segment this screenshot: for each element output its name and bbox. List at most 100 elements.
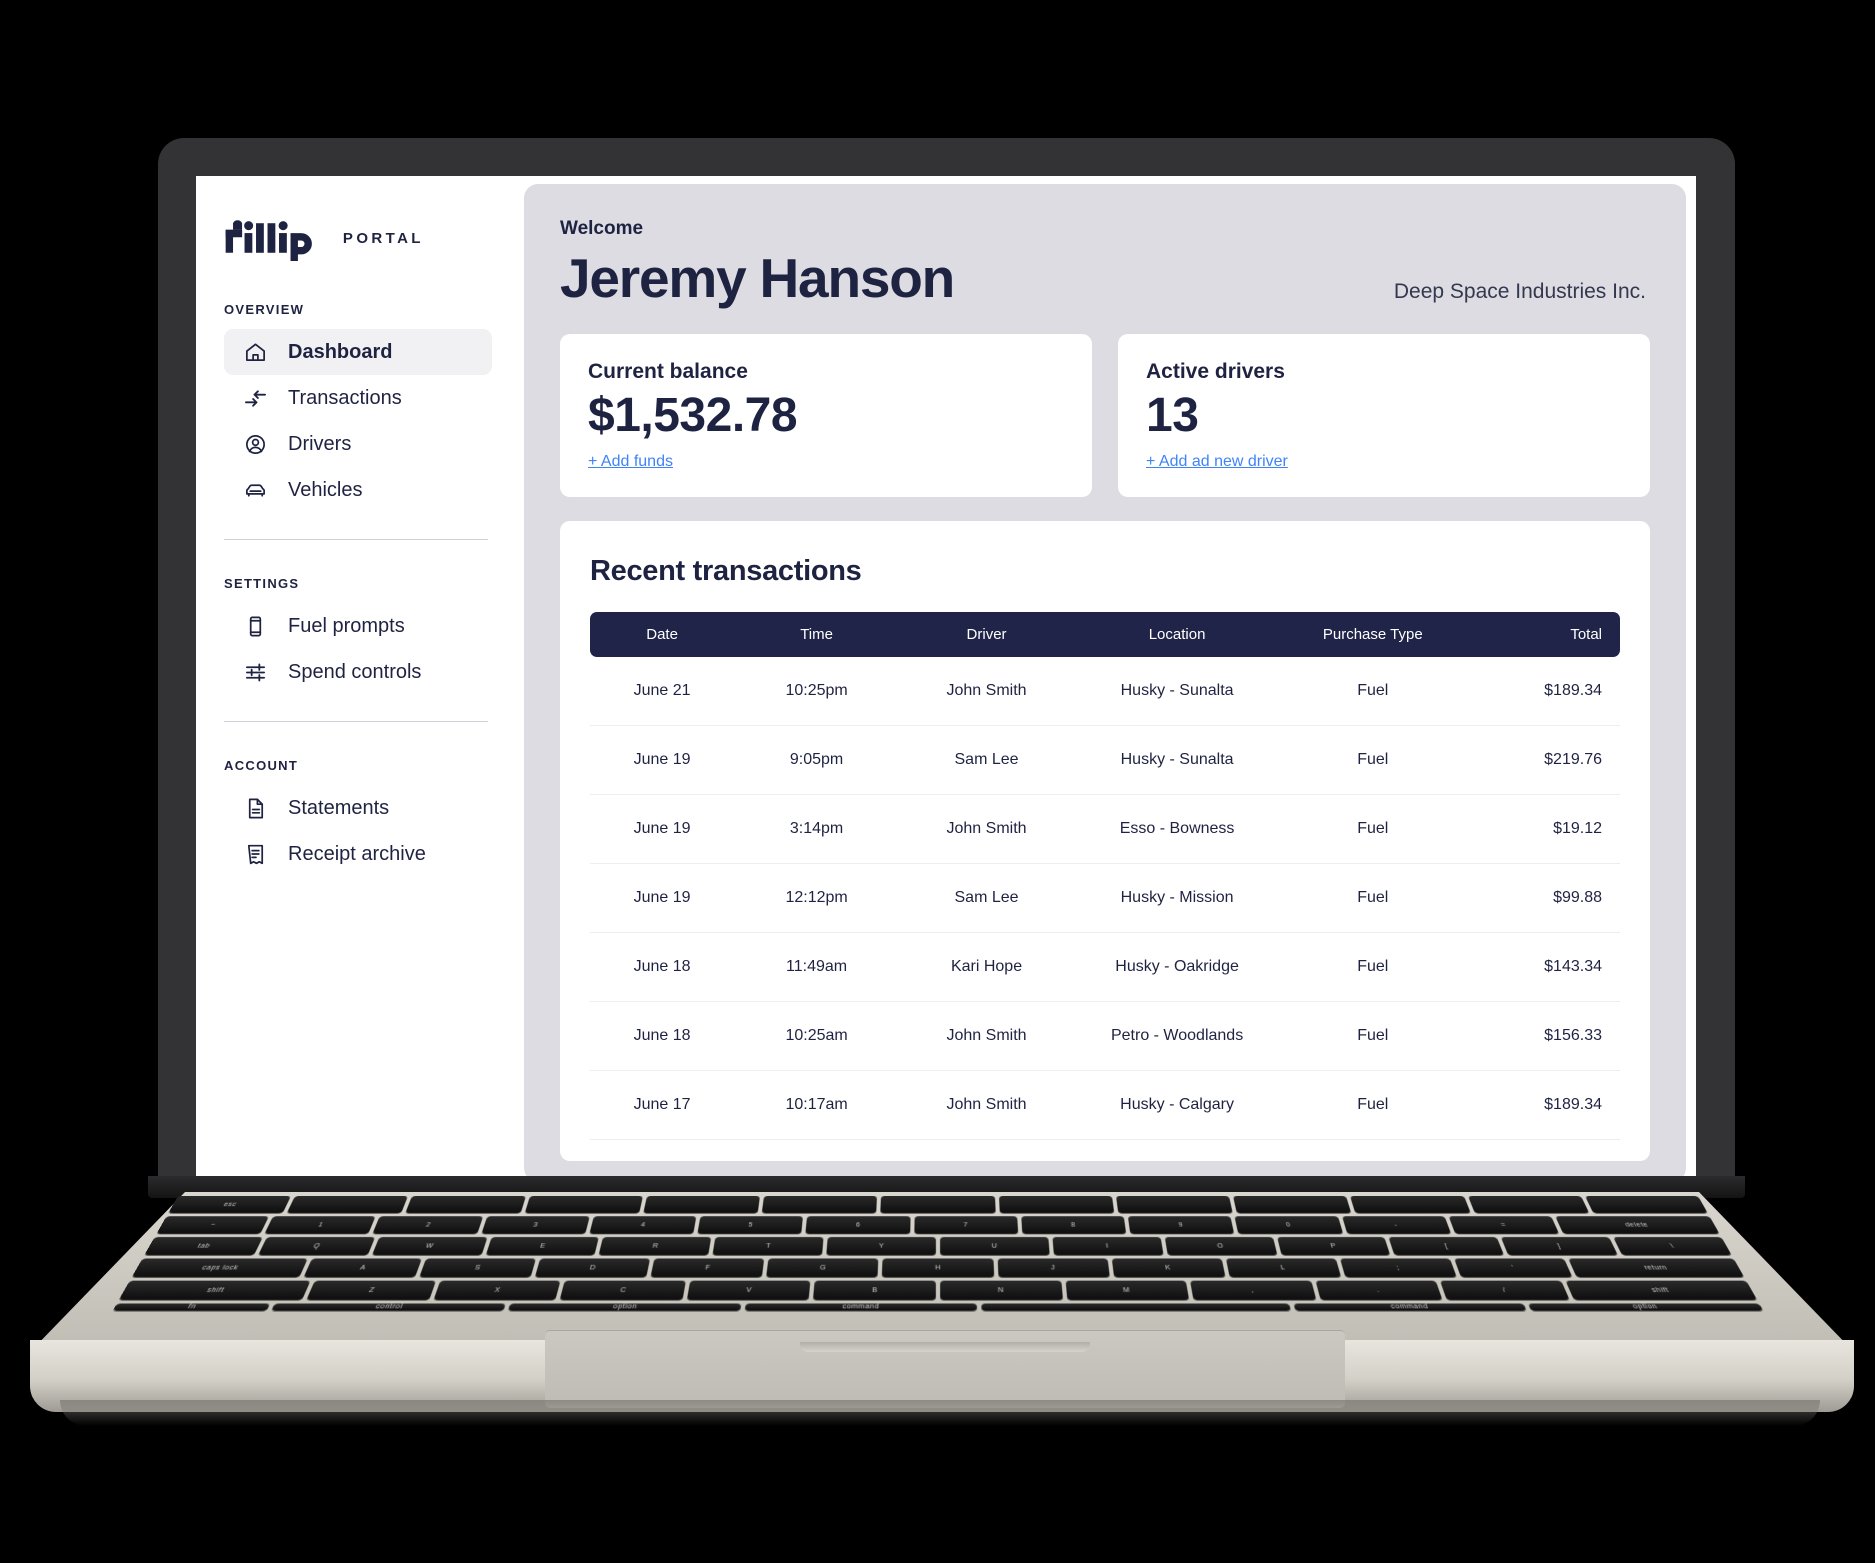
keyboard-key: control — [271, 1303, 506, 1312]
sidebar: PORTAL OVERVIEW Dashboard Transactions D… — [196, 176, 516, 1182]
keyboard-row: tab Q W E R T Y U I O P[] \ — [143, 1237, 1733, 1256]
cell-location: Husky - Oakridge — [1074, 932, 1281, 1002]
cell-date: June 19 — [590, 863, 735, 933]
cell-purchase-type: Fuel — [1280, 725, 1466, 795]
nav-group-account-label: ACCOUNT — [224, 758, 299, 773]
cell-date: June 19 — [590, 725, 735, 795]
keyboard-key: 6 — [805, 1216, 911, 1235]
brand-logo[interactable]: PORTAL — [196, 210, 516, 266]
keyboard-key — [980, 1303, 1291, 1312]
table-row[interactable]: June 19 3:14pm John Smith Esso - Bowness Fue… — [590, 794, 1620, 864]
column-header-driver[interactable]: Driver — [898, 611, 1075, 657]
keyboard-key: shift — [1565, 1280, 1758, 1301]
stat-value: 13 — [1146, 388, 1199, 442]
laptop-bottom-shadow — [60, 1400, 1820, 1426]
sidebar-item-statements[interactable]: Statements — [224, 785, 492, 831]
keyboard-key: R — [598, 1237, 712, 1256]
cell-purchase-type: Fuel — [1280, 863, 1466, 933]
cell-total: $189.34 — [1465, 1070, 1620, 1140]
keyboard-key: shift — [118, 1280, 311, 1301]
column-header-location[interactable]: Location — [1074, 611, 1281, 657]
sidebar-item-vehicles[interactable]: Vehicles — [224, 467, 492, 513]
keyboard-key: \ — [1613, 1237, 1733, 1256]
cell-driver: Sam Lee — [898, 863, 1075, 933]
keyboard-key: esc — [167, 1196, 292, 1214]
keyboard-key: return — [1568, 1258, 1745, 1278]
keyboard-key — [1350, 1196, 1471, 1214]
column-header-date[interactable]: Date — [590, 611, 735, 657]
keyboard-key: 4 — [589, 1216, 697, 1235]
nav-group-settings-label: SETTINGS — [224, 576, 300, 591]
keyboard-key: option — [507, 1303, 742, 1312]
document-icon — [242, 795, 268, 821]
laptop-screen: PORTAL OVERVIEW Dashboard Transactions D… — [196, 176, 1696, 1182]
keyboard-key: = — [1448, 1216, 1560, 1235]
add-funds-link[interactable]: + Add funds — [588, 453, 673, 471]
column-header-purchase-type[interactable]: Purchase Type — [1280, 611, 1466, 657]
keyboard-key — [1115, 1196, 1233, 1214]
table-row[interactable]: June 17 10:17am John Smith Husky - Calgary F… — [590, 1070, 1620, 1140]
keyboard-key: F — [650, 1258, 765, 1278]
keyboard-key: V — [686, 1280, 811, 1301]
cell-location: Petro - Woodlands — [1074, 1001, 1281, 1071]
cell-date: June 18 — [590, 1001, 735, 1071]
add-new-driver-link[interactable]: + Add ad new driver — [1146, 453, 1288, 471]
column-header-total[interactable]: Total — [1465, 611, 1620, 657]
main-content: Welcome Jeremy Hanson Deep Space Industr… — [516, 176, 1696, 1182]
cell-date: June 18 — [590, 932, 735, 1002]
laptop-front-notch — [800, 1342, 1090, 1352]
sidebar-item-transactions[interactable]: Transactions — [224, 375, 492, 421]
transfer-icon — [242, 385, 268, 411]
table-row[interactable]: June 179:25amKari HopeEsso - GarrisonFue… — [590, 1139, 1620, 1161]
keyboard-key: G — [766, 1258, 879, 1278]
cell-total: $156.33 — [1465, 1001, 1620, 1071]
stat-label: Current balance — [588, 359, 748, 383]
stat-cards: Current balance $1,532.78 + Add funds Ac… — [560, 333, 1650, 497]
keyboard-key: ; — [1339, 1258, 1458, 1278]
table-row[interactable]: June 19 12:12pm Sam Lee Husky - Mission Fuel… — [590, 863, 1620, 933]
keyboard-key: N — [940, 1280, 1063, 1301]
section-title: Recent transactions — [590, 554, 862, 587]
sidebar-item-label: Drivers — [288, 432, 352, 455]
cell-time: 3:14pm — [734, 794, 899, 864]
keyboard-key: command — [744, 1303, 977, 1312]
cell-date: June 19 — [590, 794, 735, 864]
sidebar-item-label: Transactions — [288, 386, 402, 409]
keyboard-key: 7 — [913, 1216, 1019, 1235]
table-row[interactable]: June 18 10:25am John Smith Petro - Woodland… — [590, 1001, 1620, 1071]
laptop-keyboard: esc ~1 2 3 4 5 6 7 8 9 0- = delete tab Q W E R T Y U I O P[] \ ca… — [112, 1196, 1764, 1312]
stat-label: Active drivers — [1146, 359, 1285, 383]
cell-total: $189.34 — [1465, 656, 1620, 726]
table-row[interactable]: June 18 11:49am Kari Hope Husky - Oakridge F… — [590, 932, 1620, 1002]
keyboard-key: 0 — [1234, 1216, 1343, 1235]
keyboard-key: fn — [112, 1303, 271, 1312]
laptop-mockup: PORTAL OVERVIEW Dashboard Transactions D… — [0, 0, 1875, 1563]
sidebar-item-label: Receipt archive — [288, 842, 426, 865]
cell-purchase-type: Fuel — [1280, 794, 1466, 864]
table-row[interactable]: June 21 10:25pm John Smith Husky - Sunalta F… — [590, 656, 1620, 726]
keyboard-key: - — [1341, 1216, 1452, 1235]
home-icon — [242, 339, 268, 365]
cell-location: Husky - Sunalta — [1074, 656, 1281, 726]
cell-purchase-type: Fuel — [1280, 932, 1466, 1002]
sidebar-item-spend-controls[interactable]: Spend controls — [224, 649, 492, 695]
sidebar-item-label: Spend controls — [288, 660, 422, 683]
keyboard-row: ~1 2 3 4 5 6 7 8 9 0- = delete — [156, 1216, 1720, 1235]
sidebar-item-label: Dashboard — [288, 340, 393, 363]
cell-driver: Kari Hope — [898, 932, 1075, 1002]
sidebar-item-drivers[interactable]: Drivers — [224, 421, 492, 467]
car-icon — [242, 477, 268, 503]
keyboard-key — [1233, 1196, 1352, 1214]
cell-total: $19.12 — [1465, 794, 1620, 864]
cell-time: 11:49am — [734, 932, 899, 1002]
sidebar-item-fuel-prompts[interactable]: Fuel prompts — [224, 603, 492, 649]
column-header-time[interactable]: Time — [734, 611, 899, 657]
fillip-portal-app: PORTAL OVERVIEW Dashboard Transactions D… — [196, 176, 1696, 1182]
cell-purchase-type: Fuel — [1280, 656, 1466, 726]
sidebar-item-dashboard[interactable]: Dashboard — [224, 329, 492, 375]
fillip-logo-icon — [225, 220, 312, 261]
sidebar-item-receipt-archive[interactable]: Receipt archive — [224, 831, 492, 877]
keyboard-row: esc — [167, 1196, 1709, 1214]
sidebar-item-label: Statements — [288, 796, 390, 819]
table-row[interactable]: June 19 9:05pm Sam Lee Husky - Sunalta Fuel $… — [590, 725, 1620, 795]
